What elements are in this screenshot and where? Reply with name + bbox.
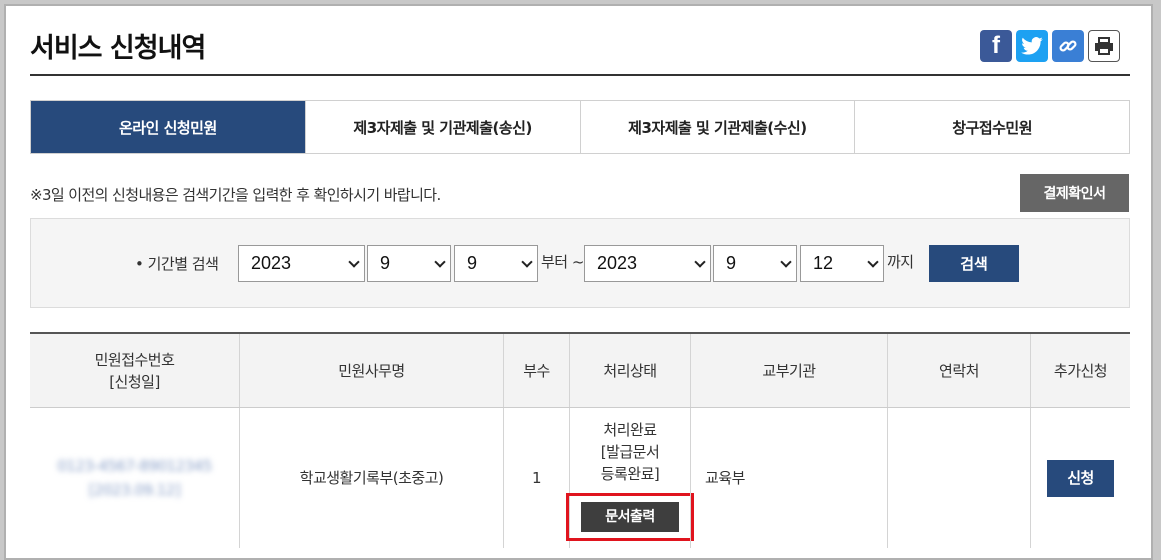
chevron-down-icon bbox=[348, 256, 360, 268]
header-additional-request: 추가신청 bbox=[1030, 334, 1130, 407]
header-copies: 부수 bbox=[503, 334, 569, 407]
payment-confirmation-button[interactable]: 결제확인서 bbox=[1020, 174, 1129, 212]
header-receipt-no: 민원접수번호 [신청일] bbox=[94, 350, 175, 391]
receipt-no-cell: 0123-4567-89012345 [2023.09.12] bbox=[30, 408, 239, 548]
tab-online-applications[interactable]: 온라인 신청민원 bbox=[31, 101, 305, 153]
copies-value: 1 bbox=[503, 408, 569, 548]
table-row: 0123-4567-89012345 [2023.09.12] 학교생활기록부(… bbox=[30, 408, 1130, 548]
to-month-select[interactable]: 9 bbox=[713, 245, 797, 282]
to-day-select[interactable]: 12 bbox=[800, 245, 884, 282]
tab-bar: 온라인 신청민원 제3자제출 및 기관제출(송신) 제3자제출 및 기관제출(수… bbox=[30, 100, 1130, 154]
from-suffix: 부터 ~ bbox=[541, 253, 584, 271]
applied-date: [2023.09.12] bbox=[88, 481, 181, 499]
chevron-down-icon bbox=[521, 256, 533, 268]
facebook-icon[interactable]: f bbox=[980, 30, 1012, 62]
chevron-down-icon bbox=[780, 256, 792, 268]
to-year-select[interactable]: 2023 bbox=[584, 245, 711, 282]
header-issuing-agency: 교부기관 bbox=[690, 334, 887, 407]
applications-table: 민원접수번호 [신청일] 민원사무명 부수 처리상태 교부기관 연락처 추가신청… bbox=[30, 332, 1130, 548]
page-title: 서비스 신청내역 bbox=[30, 33, 206, 64]
table-header: 민원접수번호 [신청일] 민원사무명 부수 처리상태 교부기관 연락처 추가신청 bbox=[30, 334, 1130, 408]
chevron-down-icon bbox=[694, 256, 706, 268]
notice-text: ※3일 이전의 신청내용은 검색기간을 입력한 후 확인하시기 바랍니다. bbox=[30, 186, 441, 204]
search-button[interactable]: 검색 bbox=[929, 245, 1019, 282]
apply-cell: 신청 bbox=[1030, 408, 1130, 548]
share-bar: f bbox=[980, 30, 1120, 62]
service-name: 학교생활기록부(초중고) bbox=[239, 408, 503, 548]
page-header: 서비스 신청내역 f bbox=[30, 26, 1130, 76]
apply-button[interactable]: 신청 bbox=[1047, 459, 1114, 497]
to-suffix: 까지 bbox=[887, 253, 914, 271]
printer-glyph bbox=[1095, 37, 1113, 55]
receipt-no: 0123-4567-89012345 bbox=[57, 457, 212, 475]
search-label: • 기간별 검색 bbox=[135, 255, 219, 273]
chevron-down-icon bbox=[867, 256, 879, 268]
facebook-icon-glyph: f bbox=[992, 32, 1000, 59]
page-frame: 서비스 신청내역 f 온라인 신청민원 제3자제출 및 기관제출(송신) 제3자… bbox=[4, 4, 1153, 560]
print-highlight-box: 문서출력 bbox=[566, 493, 694, 541]
to-month-value: 9 bbox=[726, 253, 737, 273]
from-month-value: 9 bbox=[380, 253, 391, 273]
from-month-select[interactable]: 9 bbox=[367, 245, 451, 282]
issuing-agency: 교육부 bbox=[690, 408, 887, 548]
tab-counter-applications[interactable]: 창구접수민원 bbox=[854, 101, 1129, 153]
tab-third-party-received[interactable]: 제3자제출 및 기관제출(수신) bbox=[579, 101, 855, 153]
print-icon[interactable] bbox=[1088, 30, 1120, 62]
chain-glyph bbox=[1059, 40, 1077, 52]
from-year-select[interactable]: 2023 bbox=[238, 245, 365, 282]
header-status: 처리상태 bbox=[569, 334, 690, 407]
status-cell: 처리완료 [발급문서 등록완료] 문서출력 bbox=[566, 408, 694, 548]
contact-value bbox=[887, 408, 1030, 548]
to-day-value: 12 bbox=[813, 253, 834, 273]
header-service-name: 민원사무명 bbox=[239, 334, 503, 407]
from-day-select[interactable]: 9 bbox=[454, 245, 538, 282]
print-document-button[interactable]: 문서출력 bbox=[581, 502, 679, 532]
link-icon[interactable] bbox=[1052, 30, 1084, 62]
header-contact: 연락처 bbox=[887, 334, 1030, 407]
tab-third-party-sent[interactable]: 제3자제출 및 기관제출(송신) bbox=[304, 101, 580, 153]
from-year-value: 2023 bbox=[251, 253, 292, 273]
twitter-icon[interactable] bbox=[1016, 30, 1048, 62]
from-day-value: 9 bbox=[467, 253, 478, 273]
status-text: 처리완료 [발급문서 등록완료] bbox=[600, 421, 660, 483]
to-year-value: 2023 bbox=[597, 253, 638, 273]
search-panel: • 기간별 검색 2023 9 9 부터 ~ 2023 9 12 까지 검색 bbox=[30, 218, 1130, 308]
twitter-bird bbox=[1021, 37, 1043, 55]
chevron-down-icon bbox=[434, 256, 446, 268]
